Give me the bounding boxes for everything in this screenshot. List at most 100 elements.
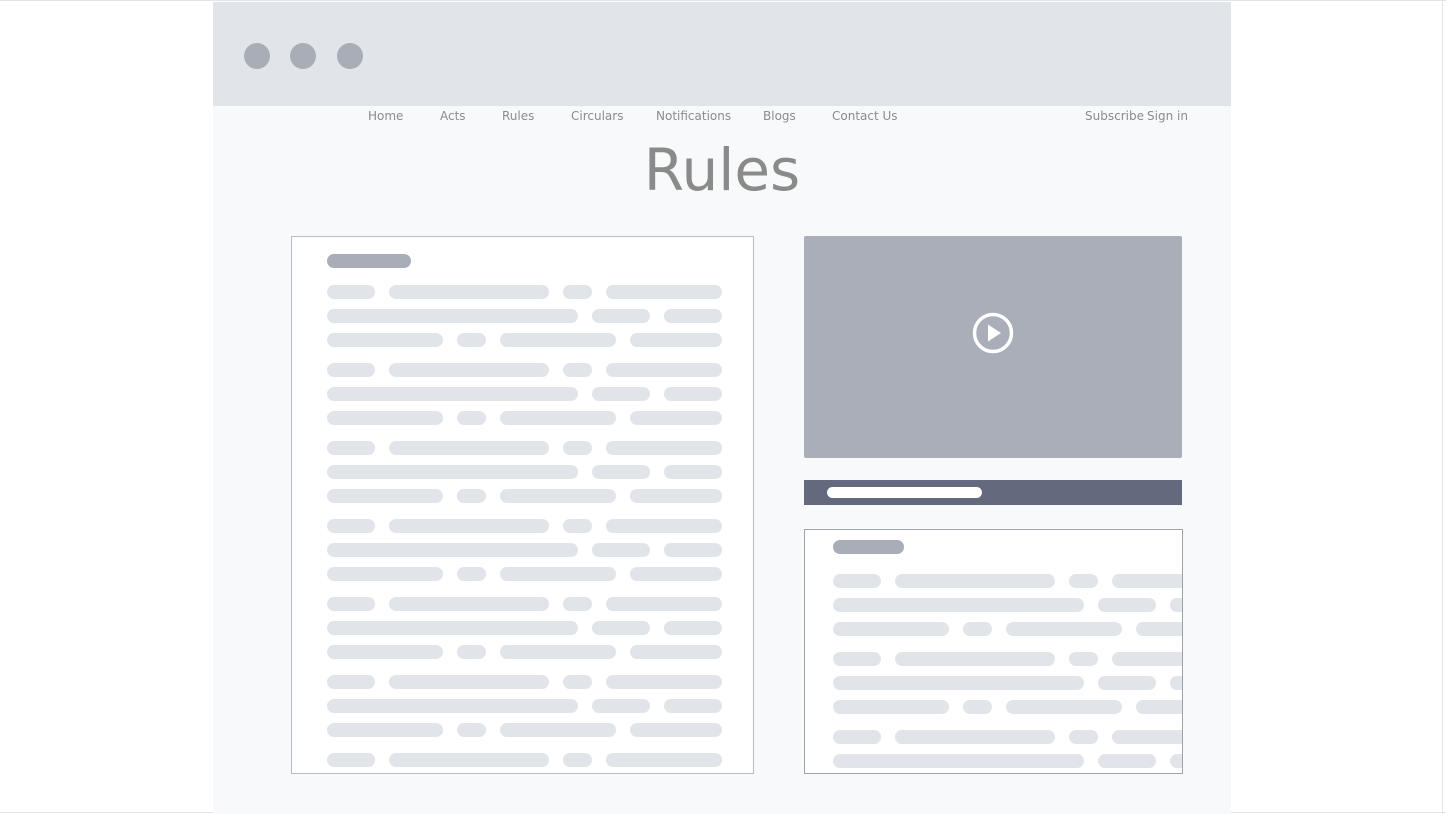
text-placeholder-line	[389, 597, 549, 611]
window-minimize-dot[interactable]	[290, 43, 316, 69]
text-placeholder-line	[833, 652, 881, 666]
text-placeholder-line	[833, 622, 949, 636]
nav-item-blogs[interactable]: Blogs	[763, 109, 796, 123]
text-placeholder-line	[606, 285, 722, 299]
text-placeholder-line	[606, 363, 722, 377]
video-caption-bar	[804, 480, 1182, 505]
text-placeholder-line	[1006, 700, 1122, 714]
text-placeholder-line	[630, 489, 722, 503]
sign-in-link[interactable]: Sign in	[1147, 109, 1188, 123]
text-placeholder-line	[1069, 574, 1098, 588]
text-placeholder-line	[664, 309, 722, 323]
text-placeholder-line	[664, 543, 722, 557]
text-placeholder-line	[592, 465, 650, 479]
text-placeholder-line	[327, 363, 375, 377]
text-placeholder-line	[457, 567, 486, 581]
text-placeholder-line	[563, 441, 592, 455]
window-close-dot[interactable]	[244, 43, 270, 69]
play-circle-icon[interactable]	[972, 312, 1014, 354]
text-placeholder-line	[389, 675, 549, 689]
nav-item-acts[interactable]: Acts	[440, 109, 466, 123]
text-placeholder-line	[327, 567, 443, 581]
text-placeholder-line	[1136, 622, 1182, 636]
text-placeholder-line	[457, 411, 486, 425]
frame-border-top	[0, 0, 1446, 1]
text-placeholder-line	[1112, 730, 1182, 744]
text-placeholder-line	[563, 675, 592, 689]
text-placeholder-line	[1136, 700, 1182, 714]
text-placeholder-line	[327, 387, 578, 401]
text-placeholder-line	[833, 574, 881, 588]
text-placeholder-line	[500, 333, 616, 347]
text-placeholder-line	[606, 597, 722, 611]
text-placeholder-line	[833, 730, 881, 744]
text-placeholder-line	[500, 411, 616, 425]
text-placeholder-line	[327, 489, 443, 503]
related-card	[804, 529, 1183, 774]
text-placeholder-line	[500, 567, 616, 581]
text-placeholder-line	[895, 574, 1055, 588]
video-player[interactable]	[804, 236, 1182, 458]
text-placeholder-line	[963, 622, 992, 636]
text-placeholder-line	[895, 652, 1055, 666]
text-placeholder-line	[630, 411, 722, 425]
text-placeholder-line	[563, 285, 592, 299]
text-placeholder-line	[664, 465, 722, 479]
text-placeholder-line	[833, 754, 1084, 768]
text-placeholder-line	[457, 645, 486, 659]
text-placeholder-line	[327, 753, 375, 767]
text-placeholder-line	[563, 753, 592, 767]
text-placeholder-line	[389, 519, 549, 533]
text-placeholder-line	[606, 441, 722, 455]
text-placeholder-line	[592, 621, 650, 635]
text-placeholder-line	[389, 363, 549, 377]
text-placeholder-line	[606, 675, 722, 689]
text-placeholder-line	[327, 441, 375, 455]
text-placeholder-line	[1170, 676, 1182, 690]
text-placeholder-line	[389, 285, 549, 299]
text-placeholder-line	[563, 363, 592, 377]
text-placeholder-line	[457, 489, 486, 503]
text-placeholder-line	[327, 411, 443, 425]
text-placeholder-line	[327, 597, 375, 611]
text-placeholder-line	[389, 753, 549, 767]
text-placeholder-line	[630, 567, 722, 581]
text-placeholder-line	[327, 621, 578, 635]
text-placeholder-line	[327, 465, 578, 479]
article-card	[291, 236, 754, 774]
text-placeholder-line	[1069, 730, 1098, 744]
nav-item-rules[interactable]: Rules	[502, 109, 534, 123]
nav-item-notifications[interactable]: Notifications	[656, 109, 731, 123]
related-heading-placeholder	[833, 540, 904, 554]
text-placeholder-line	[327, 699, 578, 713]
subscribe-link[interactable]: Subscribe	[1085, 109, 1144, 123]
nav-item-circulars[interactable]: Circulars	[571, 109, 623, 123]
text-placeholder-line	[327, 333, 443, 347]
text-placeholder-line	[833, 700, 949, 714]
text-placeholder-line	[457, 723, 486, 737]
text-placeholder-line	[1170, 754, 1182, 768]
text-placeholder-line	[389, 441, 549, 455]
text-placeholder-line	[664, 699, 722, 713]
nav-item-home[interactable]: Home	[368, 109, 403, 123]
page-title: Rules	[643, 136, 801, 204]
text-placeholder-line	[457, 333, 486, 347]
text-placeholder-line	[1006, 622, 1122, 636]
text-placeholder-line	[563, 597, 592, 611]
text-placeholder-line	[630, 723, 722, 737]
text-placeholder-line	[327, 723, 443, 737]
text-placeholder-line	[500, 489, 616, 503]
window-maximize-dot[interactable]	[337, 43, 363, 69]
text-placeholder-line	[1170, 598, 1182, 612]
article-heading-placeholder	[327, 254, 411, 268]
frame-border-right	[1442, 0, 1443, 814]
text-placeholder-line	[1098, 598, 1156, 612]
text-placeholder-line	[592, 699, 650, 713]
nav-item-contact-us[interactable]: Contact Us	[832, 109, 898, 123]
text-placeholder-line	[833, 676, 1084, 690]
text-placeholder-line	[664, 621, 722, 635]
text-placeholder-line	[963, 700, 992, 714]
text-placeholder-line	[327, 645, 443, 659]
text-placeholder-line	[563, 519, 592, 533]
text-placeholder-line	[1098, 754, 1156, 768]
